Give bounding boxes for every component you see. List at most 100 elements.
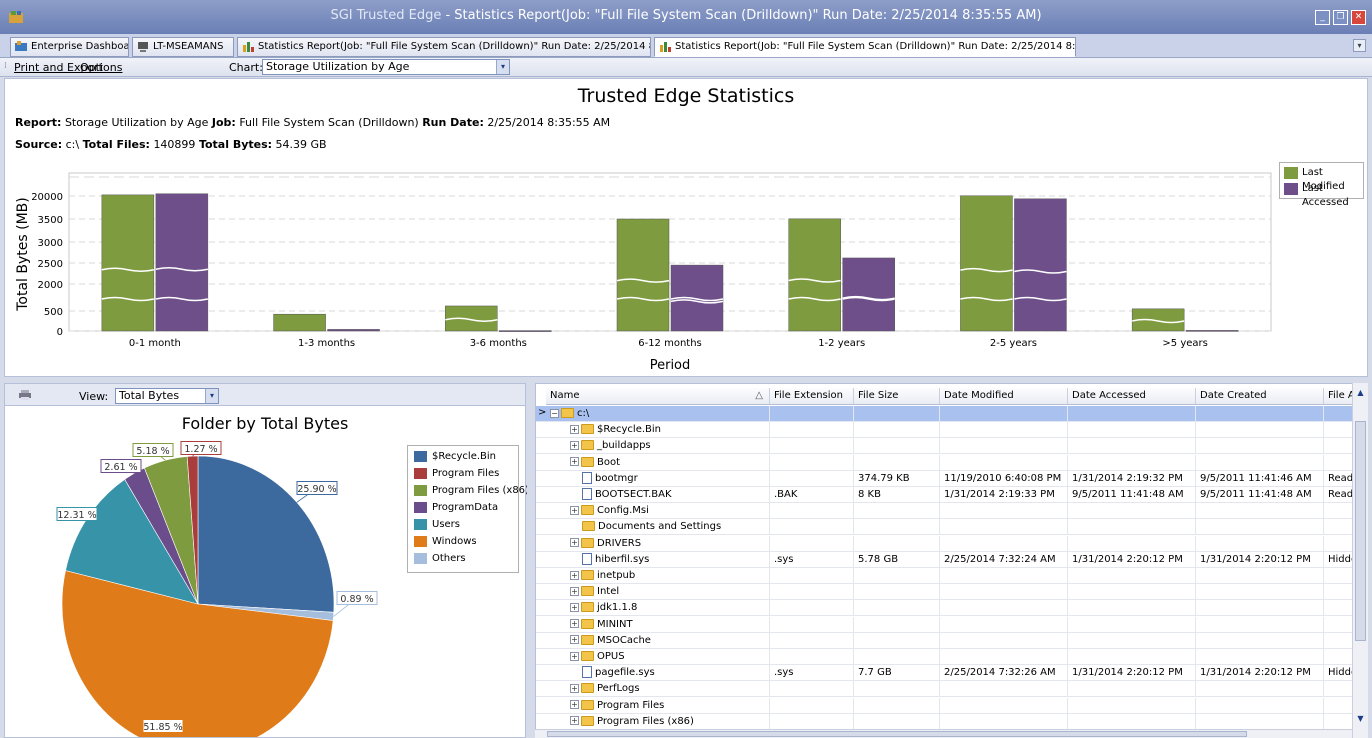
cell-accessed [1068, 600, 1196, 617]
plus-expander-icon[interactable]: + [570, 635, 579, 645]
tab-statistics-report-1[interactable]: Statistics Report(Job: "Full File System… [237, 37, 651, 57]
tab-enterprise-dashboard[interactable]: Enterprise Dashboard [10, 37, 129, 57]
table-row[interactable]: + Boot [536, 454, 1354, 471]
table-row[interactable]: + MININT [536, 616, 1354, 633]
folder-icon [581, 651, 594, 661]
table-row[interactable]: > − c:\ [536, 406, 1354, 422]
plus-expander-icon[interactable]: + [570, 619, 579, 629]
table-row[interactable]: + PerfLogs [536, 681, 1354, 698]
table-row[interactable]: hiberfil.sys .sys 5.78 GB 2/25/2014 7:32:24… [536, 551, 1367, 568]
table-row[interactable]: + MSOCache [536, 632, 1354, 649]
column-header[interactable]: Date Created [1196, 388, 1324, 405]
minus-expander-icon[interactable]: − [550, 408, 559, 418]
cell-accessed [1068, 616, 1196, 633]
column-header[interactable]: File Size [854, 388, 940, 405]
cell-text: $Recycle.Bin [597, 424, 662, 436]
cell-modified [940, 584, 1068, 601]
cell-name: + OPUS [546, 649, 770, 665]
legend-swatch [414, 536, 427, 547]
minimize-button[interactable]: _ [1315, 10, 1330, 25]
legend-item-program-files-x86: Program Files (x86) [414, 483, 529, 498]
chevron-down-icon[interactable]: ▾ [496, 60, 509, 74]
cell-ext: .sys [770, 665, 854, 682]
cell-created: 9/5/2011 11:41:46 AM [1196, 470, 1324, 487]
scroll-up-icon[interactable]: ▲ [1355, 387, 1366, 398]
plus-expander-icon[interactable]: + [570, 505, 579, 515]
scrollbar-thumb[interactable] [1355, 421, 1366, 641]
plus-expander-icon[interactable]: + [570, 424, 579, 434]
cell-modified [940, 568, 1068, 584]
plus-expander-icon[interactable]: + [570, 700, 579, 710]
cell-accessed [1068, 697, 1196, 714]
tab-list-dropdown-icon[interactable]: ▾ [1353, 39, 1366, 52]
table-row[interactable]: BOOTSECT.BAK .BAK 8 KB 1/31/2014 2:19:33 PM… [536, 487, 1367, 503]
table-row[interactable]: + Intel [536, 584, 1354, 601]
folder-icon [581, 505, 594, 516]
cell-modified: 11/19/2010 6:40:08 PM [940, 470, 1068, 487]
plus-expander-icon[interactable]: + [570, 586, 579, 596]
cell-text: _buildapps [597, 440, 651, 452]
scrollbar-thumb[interactable] [547, 731, 1247, 737]
y-tick-label: 20000 [31, 192, 63, 203]
plus-expander-icon[interactable]: + [570, 538, 579, 548]
table-row[interactable]: + Program Files (x86) [536, 713, 1354, 730]
grid-horizontal-scrollbar[interactable] [535, 729, 1352, 738]
maximize-button[interactable]: ❐ [1333, 10, 1348, 25]
table-row[interactable]: + Program Files [536, 697, 1354, 714]
plus-expander-icon[interactable]: + [570, 570, 579, 580]
plus-expander-icon[interactable]: + [570, 602, 579, 612]
table-row[interactable]: pagefile.sys .sys 7.7 GB 2/25/2014 7:32:26 … [536, 665, 1367, 682]
plus-expander-icon[interactable]: + [570, 440, 579, 450]
cell-created [1196, 535, 1324, 552]
column-header[interactable]: Date Accessed [1068, 388, 1196, 405]
column-header[interactable]: Name △ [546, 388, 770, 405]
table-row[interactable]: + _buildapps [536, 438, 1354, 455]
plus-expander-icon[interactable]: + [570, 683, 579, 693]
plus-expander-icon[interactable]: + [570, 651, 579, 661]
chart-label: Chart: [229, 61, 263, 74]
plus-expander-icon[interactable]: + [570, 457, 579, 467]
table-row[interactable]: + Config.Msi [536, 503, 1354, 520]
folder-icon [581, 570, 594, 580]
table-row[interactable]: Documents and Settings [536, 519, 1354, 536]
table-row[interactable]: + jdk1.1.8 [536, 600, 1354, 617]
cell-created [1196, 422, 1324, 439]
cell-modified: 2/25/2014 7:32:26 AM [940, 665, 1068, 682]
sort-ascending-icon[interactable]: △ [755, 388, 763, 404]
tab-statistics-report-2[interactable]: Statistics Report(Job: "Full File System… [654, 37, 1076, 57]
cell-created [1196, 568, 1324, 584]
cell-size [854, 681, 940, 698]
cell-text: 9/5/2011 11:41:48 AM [1200, 489, 1312, 500]
legend-item-programdata: ProgramData [414, 500, 498, 515]
vertical-splitter[interactable] [527, 383, 535, 738]
column-header[interactable]: Date Modified [940, 388, 1068, 405]
cell-modified [940, 454, 1068, 471]
legend-swatch [414, 519, 427, 530]
cell-name: + inetpub [546, 568, 770, 584]
folder-icon [581, 683, 594, 694]
grid-vertical-scrollbar[interactable]: ▲ ▼ [1352, 383, 1368, 738]
options-menu[interactable]: Options [80, 61, 122, 74]
plus-expander-icon[interactable]: + [570, 716, 579, 726]
file-icon [582, 471, 592, 484]
close-window-button[interactable]: ✕ [1351, 10, 1366, 25]
cell-name: Documents and Settings [546, 519, 770, 536]
column-header[interactable]: File Extension [770, 388, 854, 405]
tab-lt-mseamans[interactable]: LT-MSEAMANS [132, 37, 234, 57]
table-row[interactable]: bootmgr 374.79 KB 11/19/2010 6:40:08 PM 1/3… [536, 470, 1367, 487]
cell-text: hiberfil.sys [595, 553, 650, 565]
legend-label: Others [432, 553, 466, 564]
table-row[interactable]: + OPUS [536, 649, 1354, 665]
cell-size [854, 632, 940, 649]
cell-name: + Config.Msi [546, 503, 770, 520]
cell-size [854, 649, 940, 665]
cell-name: + DRIVERS [546, 535, 770, 552]
window-title-app: SGI Trusted Edge [330, 8, 442, 23]
bar-last-modified [788, 218, 841, 332]
table-row[interactable]: + $Recycle.Bin [536, 422, 1354, 439]
scroll-down-icon[interactable]: ▼ [1355, 713, 1366, 724]
table-row[interactable]: + DRIVERS [536, 535, 1354, 552]
table-row[interactable]: + inetpub [536, 568, 1354, 584]
pie-slice-label: 12.31 % [57, 510, 96, 521]
chart-select[interactable]: Storage Utilization by Age ▾ [262, 59, 510, 75]
